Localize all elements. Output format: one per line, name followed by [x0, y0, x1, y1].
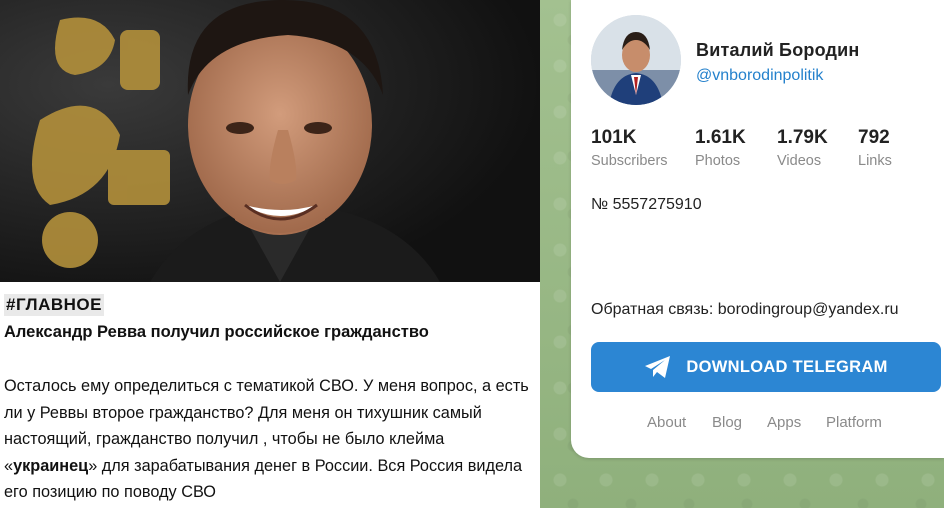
channel-post: #ГЛАВНОЕ Александр Ревва получил российс…	[0, 0, 540, 508]
stat-photos[interactable]: 1.61K Photos	[695, 127, 746, 169]
footer-link-about[interactable]: About	[647, 414, 686, 431]
download-telegram-label: DOWNLOAD TELEGRAM	[686, 357, 888, 376]
channel-profile-card: Виталий Бородин @vnborodinpolitik 101K S…	[571, 0, 944, 458]
stat-value: 792	[858, 127, 890, 148]
stat-subscribers: 101K Subscribers	[591, 127, 668, 169]
stat-value: 1.61K	[695, 127, 746, 148]
post-body-bold: украинец	[13, 456, 89, 475]
post-photo[interactable]	[0, 0, 540, 282]
footer-link-platform[interactable]: Platform	[826, 414, 882, 431]
stat-links[interactable]: 792 Links	[858, 127, 892, 169]
post-body: Осталось ему определиться с тематикой СВ…	[4, 373, 532, 506]
channel-avatar	[591, 15, 681, 105]
download-telegram-button[interactable]: DOWNLOAD TELEGRAM	[591, 342, 941, 392]
channel-description-number: № 5557275910	[591, 196, 702, 213]
footer-link-blog[interactable]: Blog	[712, 414, 742, 431]
stat-label: Links	[858, 153, 892, 169]
post-hashtag[interactable]: #ГЛАВНОЕ	[4, 294, 104, 316]
channel-handle[interactable]: @vnborodinpolitik	[696, 67, 823, 85]
telegram-plane-icon	[645, 356, 671, 378]
stat-label: Videos	[777, 153, 822, 169]
channel-name: Виталий Бородин	[696, 40, 860, 60]
stat-videos[interactable]: 1.79K Videos	[777, 127, 828, 169]
stat-label: Subscribers	[591, 153, 668, 169]
channel-contact: Обратная связь: borodingroup@yandex.ru	[591, 301, 899, 318]
footer-link-apps[interactable]: Apps	[767, 414, 801, 431]
stat-label: Photos	[695, 153, 741, 169]
stat-value: 101K	[591, 127, 637, 148]
stat-value: 1.79K	[777, 127, 828, 148]
post-headline: Александр Ревва получил российское гражд…	[4, 323, 429, 341]
